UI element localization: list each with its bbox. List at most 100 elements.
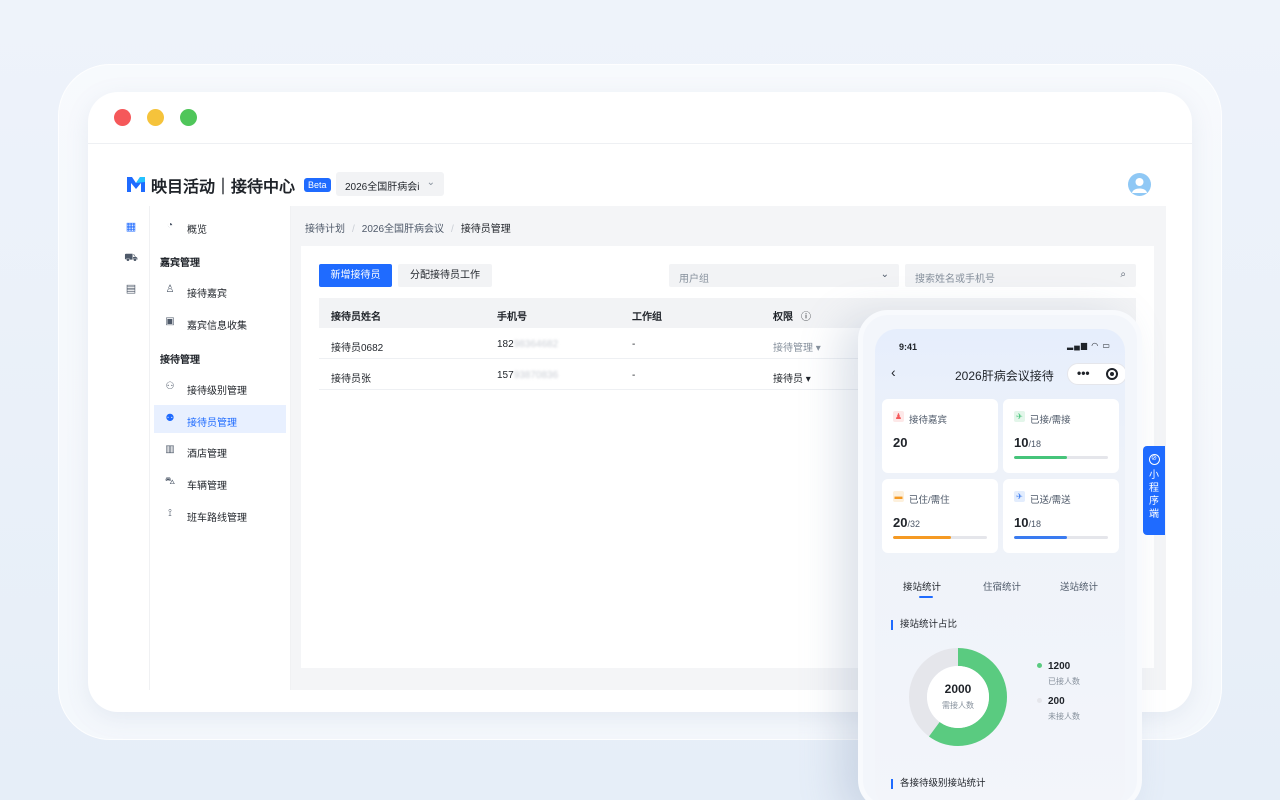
calendar-icon[interactable]: ▦ [124, 220, 138, 234]
form-icon: ▣ [165, 316, 175, 327]
status-bar-time: 9:41 [899, 342, 918, 352]
event-selector[interactable]: 2026全国肝病会i ⌄ [336, 172, 444, 196]
sidebar-section-guests: 嘉宾管理 [160, 258, 200, 269]
mini-program-title: 2026肝病会议接待 [955, 369, 1054, 383]
app-brand-title: 映目活动｜接待中心 [151, 179, 296, 196]
permission-value: 接待管理 [773, 343, 813, 354]
stat-card-arrivals[interactable]: ✈ 已接/需接 10/18 [1003, 399, 1119, 473]
phone-prefix: 157 [497, 370, 514, 381]
beta-badge: Beta [304, 178, 331, 192]
stat-value: 10/18 [1014, 515, 1041, 530]
id-card-icon[interactable]: ▤ [124, 282, 138, 296]
donut-svg [909, 648, 1007, 746]
sidebar-item-label: 接待级别管理 [187, 386, 247, 397]
progress-bar [1014, 536, 1108, 539]
stat-card-guests[interactable]: ♟ 接待嘉宾 20 [882, 399, 998, 473]
breadcrumb-level1[interactable]: 接待计划 [305, 224, 345, 235]
sidebar-item-levels[interactable]: ⚇ 接待级别管理 [154, 373, 286, 401]
staff-icon: ⚉ [165, 413, 175, 424]
pending-value: 200 [1048, 696, 1065, 707]
cell-name: 接待员张 [331, 374, 371, 385]
section-title-arrival-ratio: 接站统计占比 [891, 620, 957, 630]
received-value: 1200 [1048, 661, 1071, 672]
breadcrumb-level2[interactable]: 2026全国肝病会议 [362, 224, 444, 235]
arrival-icon: ✈ [1014, 411, 1025, 422]
user-group-select[interactable]: 用户组 ⌄ [669, 264, 899, 287]
chevron-down-icon: ⌄ [880, 269, 889, 280]
brand-logo-icon [127, 177, 145, 192]
sidebar-item-staff[interactable]: ⚉ 接待员管理 [154, 405, 286, 433]
tab-departure-stats[interactable]: 送站统计 [1060, 579, 1098, 593]
chevron-down-icon: ⌄ [426, 177, 435, 188]
dashboard-icon: ◔ [166, 220, 174, 231]
stat-label: 已接/需接 [1030, 415, 1071, 426]
sidebar-section-reception: 接待管理 [160, 355, 200, 366]
compass-icon: ⊘ [1148, 454, 1160, 465]
more-menu-button[interactable]: ••• [1077, 366, 1090, 380]
column-header-name: 接待员姓名 [331, 312, 381, 323]
cart-icon[interactable]: ⛟ [124, 251, 138, 265]
stat-card-departures[interactable]: ✈ 已送/需送 10/18 [1003, 479, 1119, 553]
status-bar-icons: ▂▄▆ ◠ ▭ [1067, 341, 1111, 350]
phone-masked: 93870836 [513, 370, 559, 381]
avatar-user-icon [1132, 178, 1147, 193]
stat-value: 20/32 [893, 515, 920, 530]
received-label: 已接人数 [1048, 677, 1080, 686]
permission-value: 接待员 [773, 374, 803, 385]
sidebar-item-guests[interactable]: ♙ 接待嘉宾 [154, 276, 286, 304]
side-tab-char: 端 [1149, 509, 1159, 520]
progress-bar [893, 536, 987, 539]
breadcrumb-separator: / [451, 224, 454, 235]
add-staff-button[interactable]: 新增接待员 [319, 264, 392, 287]
donut-total-label: 需接人数 [942, 701, 974, 710]
sidebar-item-vehicles[interactable]: ⛍ 车辆管理 [154, 468, 286, 496]
hierarchy-icon: ⚇ [165, 381, 175, 392]
tab-lodging-stats[interactable]: 住宿统计 [983, 579, 1021, 593]
module-rail: ▦ ⛟ ▤ [114, 206, 150, 690]
stat-value: 10/18 [1014, 435, 1041, 450]
info-icon[interactable]: ⓘ [801, 308, 811, 323]
mini-program-side-tab[interactable]: ⊘ 小 程 序 端 [1143, 446, 1165, 535]
donut-hole [927, 666, 989, 728]
minimize-window-button[interactable] [147, 109, 164, 126]
sidebar-item-shuttle[interactable]: ⟟ 班车路线管理 [154, 500, 286, 528]
search-input[interactable]: 搜索姓名或手机号 ⌕ [905, 264, 1136, 287]
arrival-donut-chart: 2000 需接人数 [905, 644, 1011, 750]
legend-received: 1200 已接人数 [1037, 661, 1080, 687]
tab-indicator [919, 596, 933, 598]
sidebar-item-label: 班车路线管理 [187, 513, 247, 524]
window-titlebar [88, 92, 1192, 144]
maximize-window-button[interactable] [180, 109, 197, 126]
stat-card-lodging[interactable]: ▬ 已住/需住 20/32 [882, 479, 998, 553]
close-mini-program-icon[interactable] [1106, 368, 1118, 380]
sidebar-item-overview[interactable]: ◔ 概览 [154, 212, 286, 240]
user-group-placeholder: 用户组 [679, 274, 709, 285]
caret-down-icon: ▾ [805, 374, 811, 385]
assign-work-button[interactable]: 分配接待员工作 [398, 264, 492, 287]
legend-pending: 200 未接人数 [1037, 696, 1080, 722]
permission-select[interactable]: 接待管理 ▾ [773, 339, 821, 354]
progress-fill [893, 536, 952, 539]
pending-label: 未接人数 [1048, 712, 1080, 721]
stat-label: 已住/需住 [909, 495, 950, 506]
stats-tabs: 接站统计 住宿统计 送站统计 [883, 571, 1119, 601]
bus-icon: ⛍ [164, 476, 176, 487]
sidebar-item-guest-info[interactable]: ▣ 嘉宾信息收集 [154, 308, 286, 336]
sidebar-item-label: 概览 [187, 225, 207, 236]
bed-icon: ▬ [893, 491, 904, 502]
close-window-button[interactable] [114, 109, 131, 126]
caret-down-icon: ▾ [815, 343, 821, 354]
permission-select[interactable]: 接待员 ▾ [773, 370, 811, 385]
phone-mockup: 9:41 ▂▄▆ ◠ ▭ ‹ 2026肝病会议接待 ••• ♟ 接待嘉宾 20 … [858, 310, 1142, 800]
sidebar-item-hotel[interactable]: ▥ 酒店管理 [154, 436, 286, 464]
back-arrow-icon[interactable]: ‹ [891, 364, 896, 380]
column-header-permission: 权限 [773, 312, 793, 323]
search-icon: ⌕ [1120, 269, 1126, 280]
side-tab-char: 程 [1149, 483, 1159, 494]
donut-total: 2000 [944, 682, 972, 696]
mini-program-screen: 9:41 ▂▄▆ ◠ ▭ ‹ 2026肝病会议接待 ••• ♟ 接待嘉宾 20 … [875, 329, 1125, 800]
phone-prefix: 182 [497, 339, 514, 350]
side-tab-char: 序 [1149, 496, 1159, 507]
tab-arrival-stats[interactable]: 接站统计 [903, 579, 941, 593]
user-avatar[interactable] [1128, 173, 1151, 196]
